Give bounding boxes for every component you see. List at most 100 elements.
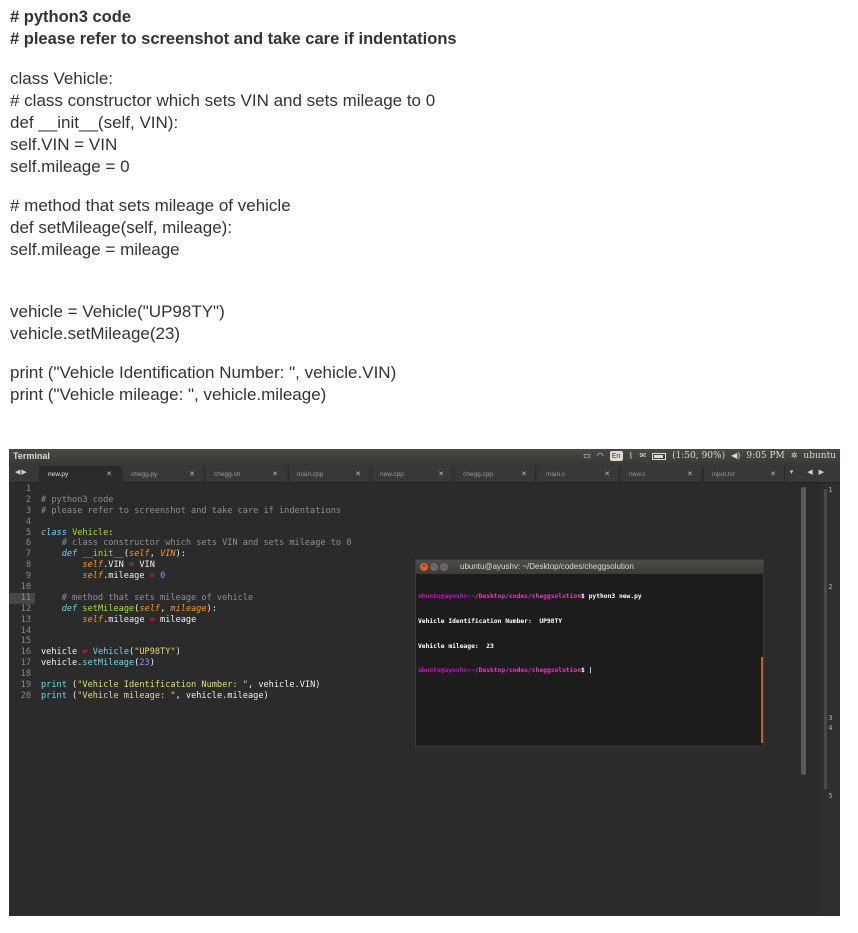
- line-number: 17: [9, 658, 35, 669]
- code-line: self.VIN = VIN: [10, 134, 117, 156]
- code-text: .mileage: [103, 571, 150, 581]
- tab-label: main.cpp: [297, 471, 323, 478]
- function-name: __init__: [82, 549, 123, 559]
- terminal-output[interactable]: ubuntu@ayushv: ~/Desktop/codes/cheggsolut…: [418, 577, 642, 692]
- code-comment: # please refer to screenshot and take ca…: [41, 506, 341, 516]
- line-number: 19: [9, 680, 35, 691]
- code-line-5: class Vehicle:: [41, 528, 351, 539]
- code-comment: # class constructor which sets VIN and s…: [62, 538, 352, 548]
- line-number: 6: [9, 538, 35, 549]
- terminal-scrollbar[interactable]: [761, 657, 763, 743]
- line-number: 4: [9, 517, 35, 528]
- line-number: 2: [9, 495, 35, 506]
- bluetooth-icon[interactable]: ᛒ: [629, 449, 634, 463]
- session-user[interactable]: ubuntu: [803, 449, 836, 463]
- code-line: class Vehicle:: [10, 68, 113, 90]
- editor-scrollbar[interactable]: [801, 487, 806, 775]
- terminal-command: $ python3 new.py: [581, 593, 642, 600]
- tab-main-cpp[interactable]: main.cpp ✕: [288, 466, 370, 483]
- close-icon[interactable]: ✕: [521, 466, 527, 483]
- tab-new-c[interactable]: new.c ✕: [620, 466, 702, 483]
- code-content[interactable]: # python3 code # please refer to screens…: [41, 484, 351, 702]
- code-line: print ("Vehicle Identification Number: "…: [10, 362, 396, 384]
- wifi-icon[interactable]: ◠: [597, 449, 604, 463]
- tab-label: chegg.sh: [214, 471, 240, 478]
- class-call: Vehicle: [93, 647, 129, 657]
- minimap[interactable]: 1 2 3 4 5: [821, 483, 840, 916]
- self-ref: self: [82, 560, 103, 570]
- code-comment: # method that sets mileage of vehicle: [62, 593, 253, 603]
- code-line-18: [41, 669, 351, 680]
- code-line-4: [41, 517, 351, 528]
- close-icon[interactable]: ✕: [272, 466, 278, 483]
- code-line-20: print ("Vehicle mileage: ", vehicle.mile…: [41, 691, 351, 702]
- self-ref: self: [82, 615, 103, 625]
- line-number: 3: [9, 506, 35, 517]
- code-line: self.mileage = mileage: [10, 239, 180, 261]
- gear-icon[interactable]: ✲: [791, 449, 798, 463]
- code-line-13: self.mileage = mileage: [41, 615, 351, 626]
- tab-label: input.txt: [712, 471, 735, 478]
- close-icon[interactable]: ×: [420, 563, 428, 571]
- close-icon[interactable]: ✕: [106, 466, 112, 483]
- prompt-user: ubuntu@ayushv:: [418, 667, 471, 674]
- code-line: vehicle = Vehicle("UP98TY"): [10, 301, 225, 323]
- tab-overflow-icon[interactable]: ▾ ◀▶: [790, 468, 830, 476]
- code-line-10: [41, 582, 351, 593]
- mail-icon[interactable]: ✉: [639, 449, 646, 463]
- string-literal: "Vehicle Identification Number: ": [77, 680, 248, 690]
- code-line-11: # method that sets mileage of vehicle: [41, 593, 351, 604]
- window-controls: × – □: [420, 563, 448, 571]
- tab-input-txt[interactable]: input.txt ✕: [703, 466, 785, 483]
- tab-new-cpp[interactable]: new.cpp✕: [371, 466, 453, 483]
- code-line-7: def __init__(self, VIN):: [41, 549, 351, 560]
- volume-icon[interactable]: ◀): [731, 449, 740, 463]
- prompt-cursor: $ |: [581, 667, 592, 674]
- tab-nav-arrows-icon[interactable]: ◀▶: [15, 468, 28, 476]
- code-line-16: vehicle = Vehicle("UP98TY"): [41, 647, 351, 658]
- tab-chegg-sh[interactable]: chegg.sh ✕: [205, 466, 287, 483]
- tab-new-py[interactable]: new.py✕: [39, 466, 121, 483]
- builtin-call: print: [41, 680, 67, 690]
- line-number: 8: [9, 560, 35, 571]
- code-line: # method that sets mileage of vehicle: [10, 195, 291, 217]
- keyword: def: [62, 549, 78, 559]
- terminal-title-bar[interactable]: × – □ ubuntu@ayushv: ~/Desktop/codes/che…: [416, 560, 763, 574]
- terminal-line: Vehicle Identification Number: UP98TY: [418, 618, 642, 626]
- close-icon[interactable]: ✕: [189, 466, 195, 483]
- line-number: 12: [9, 604, 35, 615]
- terminal-window[interactable]: × – □ ubuntu@ayushv: ~/Desktop/codes/che…: [415, 559, 764, 747]
- battery-icon[interactable]: [652, 453, 666, 460]
- minimize-icon[interactable]: –: [430, 563, 438, 571]
- maximize-icon[interactable]: □: [440, 563, 448, 571]
- function-name: setMileage: [82, 604, 134, 614]
- monitor-icon[interactable]: ▭: [583, 449, 591, 463]
- editor-tab-bar: ◀▶ new.py✕ chegg.py✕ chegg.sh ✕ main.cpp ✕…: [9, 463, 840, 483]
- keyword: def: [62, 604, 78, 614]
- keyboard-language-indicator[interactable]: En: [610, 451, 623, 461]
- line-number: 10: [9, 582, 35, 593]
- close-icon[interactable]: ✕: [438, 466, 444, 483]
- code-line: print ("Vehicle mileage: ", vehicle.mile…: [10, 384, 326, 406]
- prompt-path: ~/Desktop/codes/cheggsolution: [471, 593, 581, 600]
- close-icon[interactable]: ✕: [687, 466, 693, 483]
- code-text: , vehicle.mileage): [176, 691, 269, 701]
- minimap-number: 4: [821, 724, 840, 732]
- param: self: [129, 549, 150, 559]
- tab-chegg-py[interactable]: chegg.py✕: [122, 466, 204, 483]
- close-icon[interactable]: ✕: [355, 466, 361, 483]
- self-ref: self: [82, 571, 103, 581]
- tab-main-c[interactable]: main.c✕: [537, 466, 619, 483]
- code-text: mileage: [155, 615, 196, 625]
- string-literal: "UP98TY": [134, 647, 175, 657]
- line-number: 13: [9, 615, 35, 626]
- terminal-line: Vehicle mileage: 23: [418, 643, 642, 651]
- tab-label: new.c: [629, 471, 646, 478]
- code-line-14: [41, 626, 351, 637]
- close-icon[interactable]: ✕: [770, 466, 776, 483]
- tab-chegg-cpp[interactable]: chegg.cpp✕: [454, 466, 536, 483]
- minimap-scrollbar[interactable]: [824, 489, 827, 789]
- line-number: 9: [9, 571, 35, 582]
- close-icon[interactable]: ✕: [604, 466, 610, 483]
- clock[interactable]: 9:05 PM: [746, 449, 784, 463]
